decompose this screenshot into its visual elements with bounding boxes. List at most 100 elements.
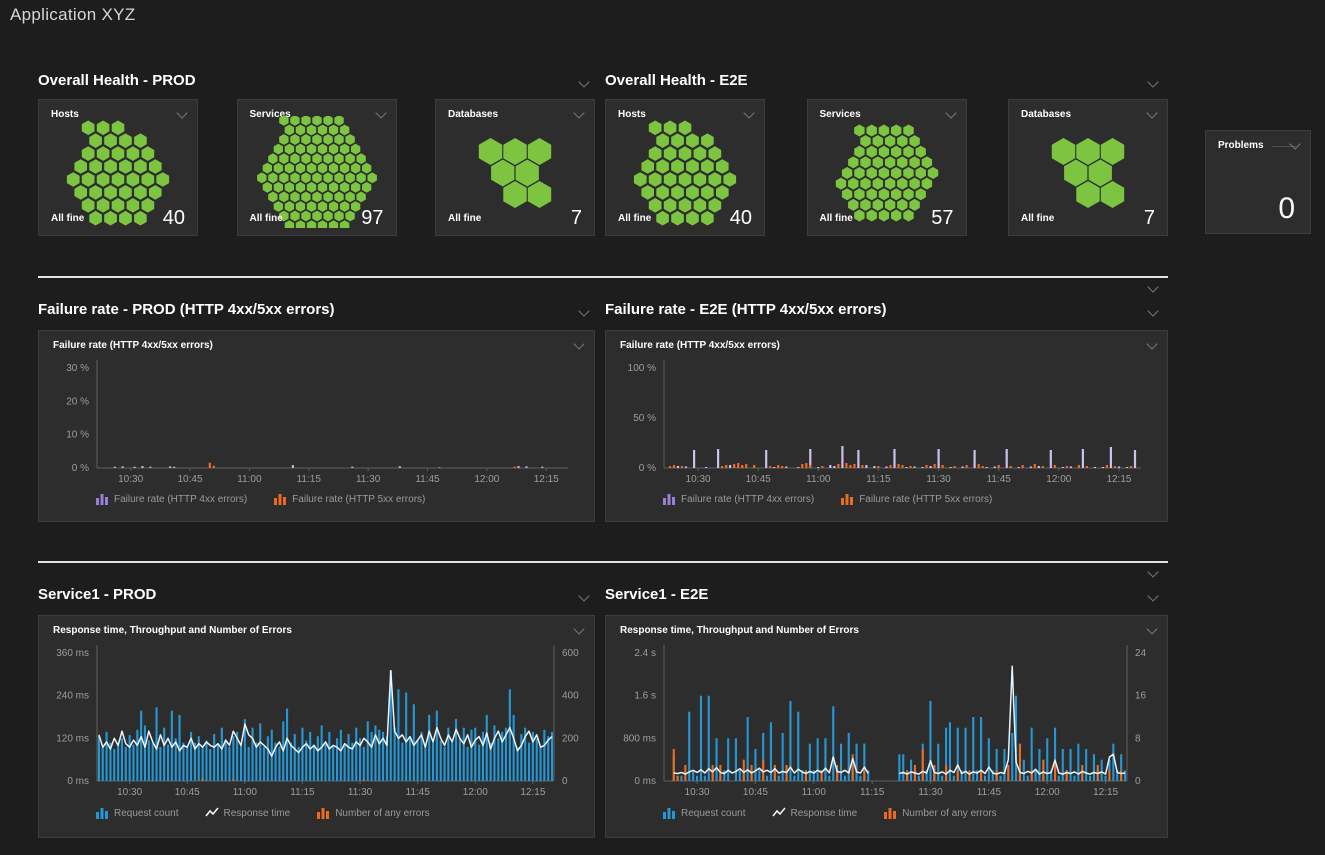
legend-item[interactable]: Response time <box>772 807 858 819</box>
legend-label: Response time <box>224 808 291 819</box>
chevron-down-icon[interactable] <box>1147 306 1159 318</box>
chart-legend: Failure rate (HTTP 4xx errors) Failure ra… <box>95 493 425 505</box>
legend-item[interactable]: Failure rate (HTTP 4xx errors) <box>662 493 814 505</box>
legend-label: Number of any errors <box>335 808 429 819</box>
chart-plot[interactable]: 2.4 s1.6 s800 ms0 ms24168010:3010:4511:0… <box>606 616 1167 837</box>
health-tile-hosts[interactable]: HostsAll fine40 <box>38 99 198 236</box>
bar-series-icon <box>95 807 109 819</box>
svg-text:24: 24 <box>1135 648 1147 659</box>
failure-rate-prod-chart-tile[interactable]: Failure rate (HTTP 4xx/5xx errors) 30 %2… <box>38 330 595 522</box>
chart-plot[interactable]: 360 ms240 ms120 ms0 ms600400200010:3010:… <box>39 616 594 837</box>
bar-series-icon <box>273 493 287 505</box>
chart-legend: Request count Response time Number of any … <box>95 807 430 819</box>
legend-item[interactable]: Number of any errors <box>316 807 429 819</box>
chart-legend: Failure rate (HTTP 4xx errors) Failure ra… <box>662 493 992 505</box>
chevron-down-icon <box>578 76 589 87</box>
section-title-service-prod: Service1 - PROD <box>38 586 156 603</box>
svg-text:11:15: 11:15 <box>290 787 315 798</box>
svg-text:0 %: 0 % <box>639 463 656 474</box>
chevron-down-icon <box>1147 281 1158 292</box>
svg-text:240 ms: 240 ms <box>56 691 89 702</box>
chevron-down-icon[interactable] <box>1147 282 1159 294</box>
chevron-down-icon[interactable] <box>578 77 590 89</box>
svg-text:12:15: 12:15 <box>1093 787 1118 798</box>
svg-text:120 ms: 120 ms <box>56 733 89 744</box>
svg-text:11:15: 11:15 <box>860 787 885 798</box>
svg-text:12:15: 12:15 <box>1106 474 1131 485</box>
legend-label: Failure rate (HTTP 4xx errors) <box>114 494 247 505</box>
chart-legend: Request count Response time Number of any … <box>662 807 997 819</box>
bar-series-icon <box>840 493 854 505</box>
svg-text:11:30: 11:30 <box>926 474 951 485</box>
health-tile-services[interactable]: ServicesAll fine97 <box>237 99 397 236</box>
health-tile-hosts[interactable]: HostsAll fine40 <box>605 99 765 236</box>
svg-text:2.4 s: 2.4 s <box>634 648 656 659</box>
section-title-service-e2e: Service1 - E2E <box>605 586 708 603</box>
health-tile-services[interactable]: ServicesAll fine57 <box>807 99 967 236</box>
chevron-down-icon <box>1147 590 1158 601</box>
legend-item[interactable]: Response time <box>205 807 291 819</box>
svg-text:10:30: 10:30 <box>117 787 142 798</box>
svg-text:200: 200 <box>562 733 579 744</box>
line-series-icon <box>772 807 786 819</box>
problems-count: 0 <box>1278 192 1295 226</box>
page-title: Application XYZ <box>10 5 135 25</box>
svg-text:10 %: 10 % <box>66 430 89 441</box>
svg-text:100 %: 100 % <box>628 363 656 374</box>
svg-text:11:45: 11:45 <box>987 474 1012 485</box>
line-series-icon <box>205 807 219 819</box>
problems-label: Problems <box>1218 140 1264 151</box>
svg-text:11:45: 11:45 <box>977 787 1002 798</box>
chart-canvas: 2.4 s1.6 s800 ms0 ms24168010:3010:4511:0… <box>606 616 1167 837</box>
svg-text:10:45: 10:45 <box>746 474 771 485</box>
chart-canvas: 360 ms240 ms120 ms0 ms600400200010:3010:… <box>39 616 594 837</box>
problems-tile[interactable]: Problems 0 <box>1205 130 1311 234</box>
chevron-down-icon[interactable] <box>1147 567 1159 579</box>
section-divider <box>38 561 1168 563</box>
svg-text:11:30: 11:30 <box>348 787 373 798</box>
chevron-down-icon <box>1289 138 1300 149</box>
legend-item[interactable]: Failure rate (HTTP 4xx errors) <box>95 493 247 505</box>
legend-label: Number of any errors <box>902 808 996 819</box>
svg-text:8: 8 <box>1135 733 1141 744</box>
svg-text:30 %: 30 % <box>66 363 89 374</box>
section-title-health-prod: Overall Health - PROD <box>38 72 196 89</box>
svg-text:11:00: 11:00 <box>802 787 827 798</box>
svg-text:20 %: 20 % <box>66 396 89 407</box>
failure-rate-e2e-chart-tile[interactable]: Failure rate (HTTP 4xx/5xx errors) 100 %… <box>605 330 1168 522</box>
chevron-down-icon[interactable] <box>578 306 590 318</box>
svg-text:12:15: 12:15 <box>534 474 559 485</box>
chevron-down-icon[interactable] <box>1147 591 1159 603</box>
section-title-failure-prod: Failure rate - PROD (HTTP 4xx/5xx errors… <box>38 301 335 318</box>
bar-series-icon <box>662 807 676 819</box>
health-tile-databases[interactable]: DatabasesAll fine7 <box>1008 99 1168 236</box>
entity-count: 97 <box>361 207 383 230</box>
health-tile-databases[interactable]: DatabasesAll fine7 <box>435 99 595 236</box>
legend-item[interactable]: Request count <box>95 807 179 819</box>
svg-text:800 ms: 800 ms <box>623 733 656 744</box>
svg-text:11:15: 11:15 <box>866 474 891 485</box>
legend-label: Request count <box>681 808 746 819</box>
chevron-down-icon[interactable] <box>578 591 590 603</box>
section-title-health-e2e: Overall Health - E2E <box>605 72 748 89</box>
svg-text:11:30: 11:30 <box>918 787 943 798</box>
health-tiles-prod: HostsAll fine40 ServicesAll fine97 Databas… <box>38 99 595 236</box>
section-divider <box>38 276 1168 278</box>
svg-text:10:30: 10:30 <box>685 787 710 798</box>
service1-e2e-chart-tile[interactable]: Response time, Throughput and Number of … <box>605 615 1168 838</box>
legend-label: Response time <box>791 808 858 819</box>
service1-prod-chart-tile[interactable]: Response time, Throughput and Number of … <box>38 615 595 838</box>
chevron-down-icon[interactable] <box>1147 77 1159 89</box>
legend-item[interactable]: Number of any errors <box>883 807 996 819</box>
chevron-down-icon <box>1147 76 1158 87</box>
chevron-down-icon[interactable] <box>1289 139 1301 151</box>
health-tiles-e2e: HostsAll fine40 ServicesAll fine57 Databas… <box>605 99 1168 236</box>
legend-label: Failure rate (HTTP 5xx errors) <box>859 494 992 505</box>
bar-series-icon <box>662 493 676 505</box>
legend-item[interactable]: Failure rate (HTTP 5xx errors) <box>840 493 992 505</box>
legend-item[interactable]: Request count <box>662 807 746 819</box>
svg-text:0: 0 <box>562 776 568 787</box>
chevron-down-icon <box>578 590 589 601</box>
svg-text:12:00: 12:00 <box>1046 474 1071 485</box>
legend-item[interactable]: Failure rate (HTTP 5xx errors) <box>273 493 425 505</box>
